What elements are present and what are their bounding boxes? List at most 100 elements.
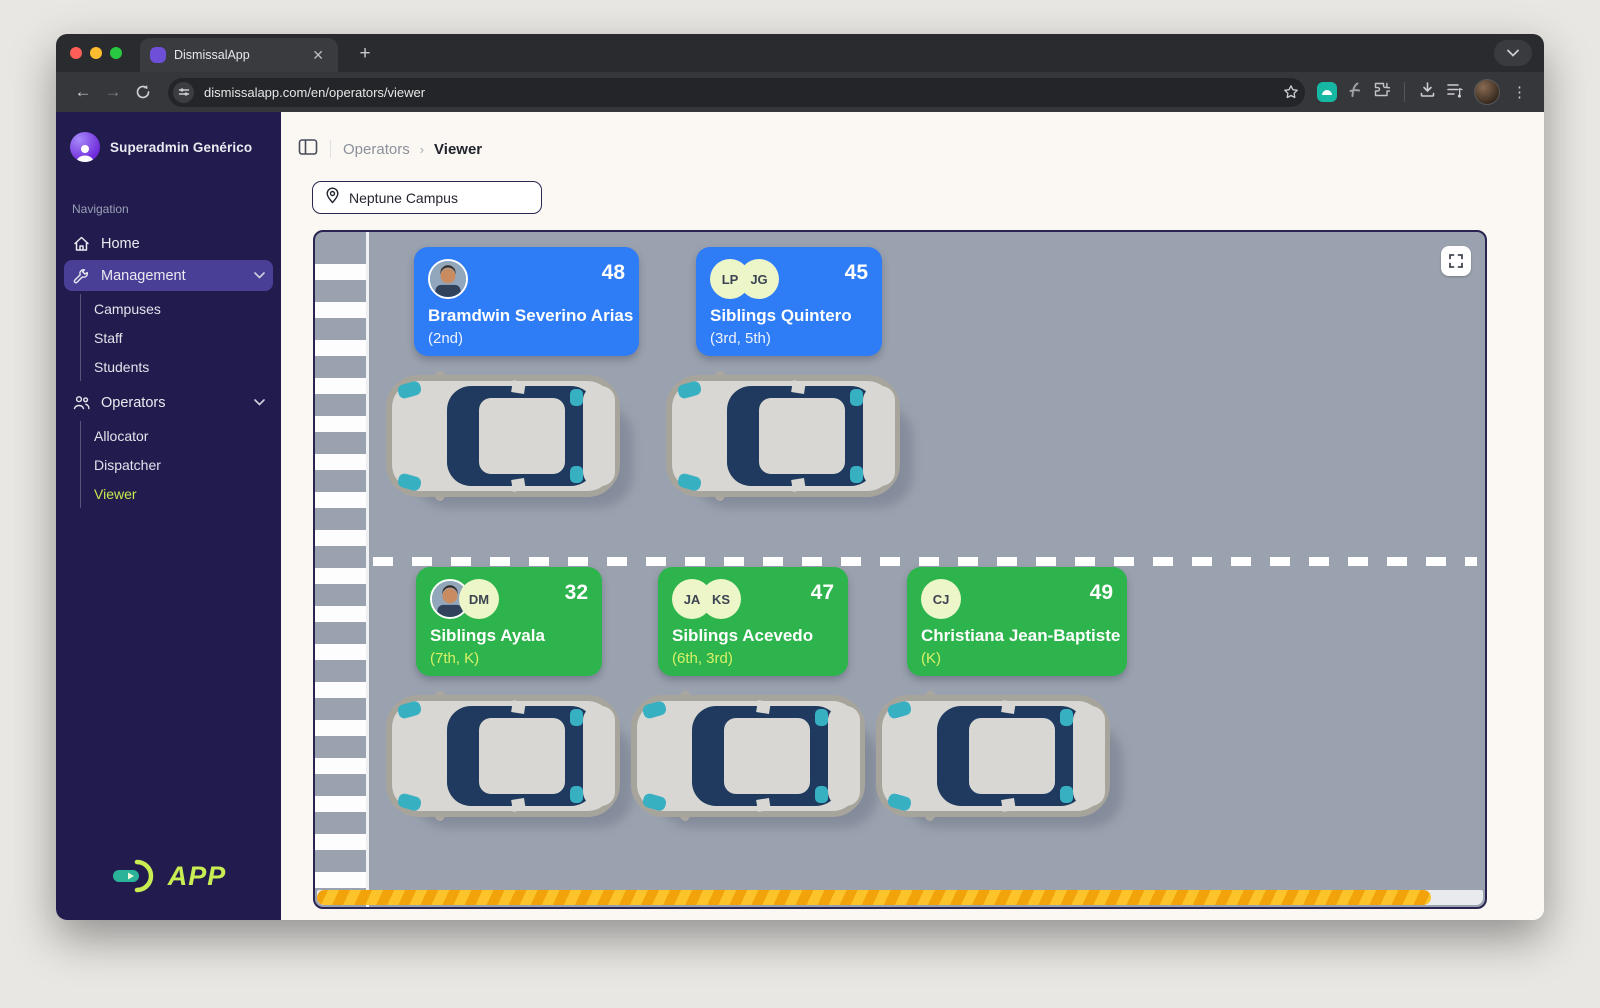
pickup-number: 48 (602, 259, 625, 285)
student-initials-avatar: CJ (921, 579, 961, 619)
fullscreen-button[interactable] (1441, 246, 1471, 276)
zoom-window-button[interactable] (110, 47, 122, 59)
sidebar-item-label: Management (101, 268, 186, 284)
pickup-card[interactable]: JAKS 47 Siblings Acevedo (6th, 3rd) (658, 567, 848, 676)
operators-submenu: Allocator Dispatcher Viewer (80, 421, 273, 508)
sidebar-item-label: Students (94, 359, 149, 375)
student-initials-avatar: JG (739, 259, 779, 299)
road-canvas: 48 Bramdwin Severino Arias (2nd) LPJG 45 Sibl… (313, 230, 1487, 909)
sidebar-item-campuses[interactable]: Campuses (81, 294, 273, 323)
close-window-button[interactable] (70, 47, 82, 59)
extensions-puzzle-icon[interactable] (1373, 81, 1390, 103)
user-avatar (70, 132, 100, 162)
extensions-cluster: ⋮ (1315, 79, 1532, 105)
window-controls (70, 47, 122, 59)
downloads-icon[interactable] (1419, 81, 1436, 103)
tab-strip: DismissalApp ✕ + (56, 34, 1544, 72)
sidebar-item-viewer[interactable]: Viewer (81, 479, 273, 508)
car-top-view (387, 374, 637, 514)
family-name: Siblings Quintero (710, 306, 868, 326)
family-name: Bramdwin Severino Arias (428, 306, 625, 326)
grade-label: (6th, 3rd) (672, 650, 834, 667)
pickup-number: 45 (845, 259, 868, 285)
family-name: Christiana Jean-Baptiste (921, 626, 1113, 646)
pickup-card[interactable]: 48 Bramdwin Severino Arias (2nd) (414, 247, 639, 356)
profile-avatar[interactable] (1474, 79, 1500, 105)
sidebar-item-allocator[interactable]: Allocator (81, 421, 273, 450)
sidebar-item-staff[interactable]: Staff (81, 323, 273, 352)
back-button[interactable]: ← (68, 77, 98, 107)
extension-teal-icon[interactable] (1317, 82, 1337, 102)
app-logo: APP (64, 858, 273, 902)
menu-icon[interactable]: ⋮ (1510, 83, 1530, 101)
sidebar-item-operators[interactable]: Operators (64, 387, 273, 418)
pickup-number: 47 (811, 579, 834, 605)
breadcrumb: Operators › Viewer (298, 138, 1544, 160)
reload-button[interactable] (128, 77, 158, 107)
media-controls-icon[interactable] (1446, 82, 1464, 103)
crosswalk-stripes (315, 232, 366, 891)
people-icon (72, 395, 90, 410)
pickup-number: 32 (565, 579, 588, 605)
location-pin-icon (325, 187, 340, 209)
horizontal-scrollbar[interactable] (317, 890, 1483, 905)
pickup-card[interactable]: DM32Siblings Ayala(7th, K) (416, 567, 602, 676)
student-avatars (428, 259, 468, 299)
lane-divider-dashed-line (373, 557, 1477, 566)
forward-button[interactable]: → (98, 77, 128, 107)
address-bar[interactable]: dismissalapp.com/en/operators/viewer (168, 78, 1305, 107)
sidebar-item-label: Viewer (94, 486, 137, 502)
campus-selector-value: Neptune Campus (349, 190, 458, 206)
extension-gray-icon[interactable] (1347, 82, 1363, 103)
bookmark-star-icon[interactable] (1283, 84, 1299, 100)
breadcrumb-current: Viewer (434, 141, 482, 158)
campus-selector[interactable]: Neptune Campus (312, 181, 542, 214)
tab-title: DismissalApp (174, 48, 300, 62)
breadcrumb-parent[interactable]: Operators (343, 141, 410, 158)
wrench-icon (72, 268, 90, 284)
pickup-card[interactable]: CJ49Christiana Jean-Baptiste(K) (907, 567, 1127, 676)
sidebar-item-label: Operators (101, 395, 165, 411)
new-tab-button[interactable]: + (352, 41, 378, 67)
student-initials-avatar: DM (459, 579, 499, 619)
sidebar-item-home[interactable]: Home (64, 228, 273, 259)
desktop: DismissalApp ✕ + ← → dismissalapp.com/en… (0, 0, 1600, 1008)
browser-tab[interactable]: DismissalApp ✕ (140, 38, 338, 72)
car-top-view (877, 694, 1127, 834)
breadcrumb-divider (330, 140, 331, 158)
toolbar-divider (1404, 82, 1405, 102)
car-top-view (667, 374, 917, 514)
sidebar-item-label: Campuses (94, 301, 161, 317)
lane-edge-line (366, 232, 369, 907)
tab-close-icon[interactable]: ✕ (308, 46, 328, 64)
sidebar-toggle-icon[interactable] (298, 138, 318, 161)
car-top-view (632, 694, 882, 834)
nav-list: Home Management Campuses Staff (64, 228, 273, 514)
user-profile[interactable]: Superadmin Genérico (64, 130, 273, 162)
sidebar-item-management[interactable]: Management (64, 260, 273, 291)
site-info-icon[interactable] (173, 82, 194, 103)
pickup-card[interactable]: LPJG 45 Siblings Quintero (3rd, 5th) (696, 247, 882, 356)
home-icon (72, 236, 90, 252)
car-top-view (387, 694, 637, 834)
user-name: Superadmin Genérico (110, 140, 252, 155)
student-avatars: LPJG (710, 259, 779, 299)
tab-search-button[interactable] (1494, 40, 1532, 66)
browser-toolbar: ← → dismissalapp.com/en/operators/viewer (56, 72, 1544, 112)
minimize-window-button[interactable] (90, 47, 102, 59)
family-name: Siblings Acevedo (672, 626, 834, 646)
breadcrumb-chevron-icon: › (420, 142, 424, 157)
sidebar-item-label: Allocator (94, 428, 148, 444)
url-text: dismissalapp.com/en/operators/viewer (204, 85, 1273, 100)
student-avatars: DM (430, 579, 499, 619)
hazard-stripe-thumb[interactable] (317, 890, 1431, 905)
grade-label: (2nd) (428, 330, 625, 347)
sidebar-item-dispatcher[interactable]: Dispatcher (81, 450, 273, 479)
sidebar-item-label: Staff (94, 330, 123, 346)
sidebar-item-label: Dispatcher (94, 457, 161, 473)
logo-text: APP (168, 861, 227, 892)
chevron-down-icon (254, 272, 265, 279)
sidebar-item-students[interactable]: Students (81, 352, 273, 381)
grade-label: (3rd, 5th) (710, 330, 868, 347)
student-avatars: JAKS (672, 579, 741, 619)
